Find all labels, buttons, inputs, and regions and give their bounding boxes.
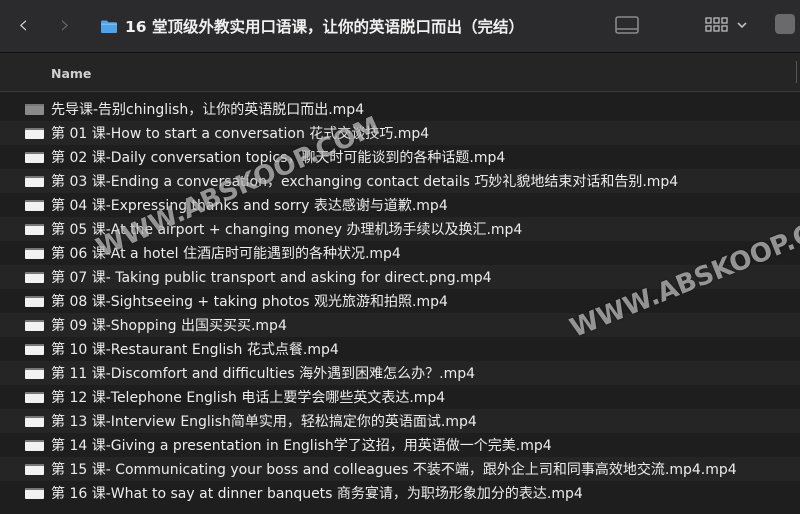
chevron-down-icon[interactable] [736, 20, 748, 30]
file-row[interactable]: 第 06 课-At a hotel 住酒店时可能遇到的各种状况.mp4 [0, 241, 800, 265]
video-file-icon [25, 199, 44, 211]
file-row[interactable]: 第 16 课-What to say at dinner banquets 商务… [0, 481, 800, 505]
video-file-icon [25, 415, 44, 427]
sidebar-icon[interactable] [614, 14, 640, 36]
file-row[interactable]: 第 10 课-Restaurant English 花式点餐.mp4 [0, 337, 800, 361]
video-file-icon [25, 295, 44, 307]
video-file-icon [25, 127, 44, 139]
file-list: 先导课-告别chinglish，让你的英语脱口而出.mp4 第 01 课-How … [0, 97, 800, 505]
file-row[interactable]: 第 11 课-Discomfort and difficulties 海外遇到困… [0, 361, 800, 385]
file-name: 第 11 课-Discomfort and difficulties 海外遇到困… [51, 366, 475, 382]
video-file-icon [25, 223, 44, 235]
file-row[interactable]: 第 09 课-Shopping 出国买买买.mp4 [0, 313, 800, 337]
chevron-right-icon[interactable]: › [60, 10, 70, 40]
folder-icon [101, 20, 117, 33]
video-file-icon [25, 487, 44, 499]
file-name: 第 02 课-Daily conversation topics，聊天时可能谈到… [51, 150, 506, 166]
column-header: Name [0, 53, 800, 92]
video-file-icon [25, 463, 44, 475]
column-divider[interactable] [796, 61, 797, 83]
video-file-icon [25, 343, 44, 355]
name-column-header[interactable]: Name [51, 66, 91, 81]
file-name: 第 14 课-Giving a presentation in English学… [51, 438, 552, 454]
file-name: 第 10 课-Restaurant English 花式点餐.mp4 [51, 342, 339, 358]
file-row[interactable]: 第 08 课-Sightseeing + taking photos 观光旅游和… [0, 289, 800, 313]
video-file-icon [25, 271, 44, 283]
chevron-left-icon[interactable]: ‹ [18, 10, 28, 40]
toolbar: ‹ › 16 堂顶级外教实用口语课，让你的英语脱口而出（完结） [0, 0, 800, 53]
file-row[interactable]: 先导课-告别chinglish，让你的英语脱口而出.mp4 [0, 97, 800, 121]
video-file-icon [25, 151, 44, 163]
file-row[interactable]: 第 12 课-Telephone English 电话上要学会哪些英文表达.mp… [0, 385, 800, 409]
file-name: 第 06 课-At a hotel 住酒店时可能遇到的各种状况.mp4 [51, 246, 401, 262]
file-name: 第 07 课- Taking public transport and aski… [51, 270, 492, 286]
file-row[interactable]: 第 15 课- Communicating your boss and coll… [0, 457, 800, 481]
file-row[interactable]: 第 03 课-Ending a conversation，exchanging … [0, 169, 800, 193]
file-row[interactable]: 第 07 课- Taking public transport and aski… [0, 265, 800, 289]
file-row[interactable]: 第 02 课-Daily conversation topics，聊天时可能谈到… [0, 145, 800, 169]
file-name: 第 15 课- Communicating your boss and coll… [51, 462, 737, 478]
file-row[interactable]: 第 14 课-Giving a presentation in English学… [0, 433, 800, 457]
file-row[interactable]: 第 05 课-At the airport + changing money 办… [0, 217, 800, 241]
share-icon[interactable] [772, 11, 798, 37]
file-name: 先导课-告别chinglish，让你的英语脱口而出.mp4 [51, 102, 365, 118]
video-file-icon [25, 391, 44, 403]
video-file-icon [25, 367, 44, 379]
file-name: 第 03 课-Ending a conversation，exchanging … [51, 174, 679, 190]
video-file-icon [25, 103, 44, 115]
video-file-icon [25, 175, 44, 187]
file-name: 第 04 课-Expressing thanks and sorry 表达感谢与… [51, 198, 448, 214]
file-row[interactable]: 第 01 课-How to start a conversation 花式交谈技… [0, 121, 800, 145]
file-name: 第 09 课-Shopping 出国买买买.mp4 [51, 318, 287, 334]
grid-view-icon[interactable] [705, 16, 729, 34]
file-row[interactable]: 第 04 课-Expressing thanks and sorry 表达感谢与… [0, 193, 800, 217]
window-title: 16 堂顶级外教实用口语课，让你的英语脱口而出（完结） [125, 18, 524, 36]
file-row[interactable]: 第 13 课-Interview English简单实用，轻松搞定你的英语面试.… [0, 409, 800, 433]
video-file-icon [25, 247, 44, 259]
window-title-area: 16 堂顶级外教实用口语课，让你的英语脱口而出（完结） [100, 14, 524, 38]
file-name: 第 12 课-Telephone English 电话上要学会哪些英文表达.mp… [51, 390, 446, 406]
file-name: 第 05 课-At the airport + changing money 办… [51, 222, 523, 238]
file-name: 第 16 课-What to say at dinner banquets 商务… [51, 486, 583, 502]
video-file-icon [25, 319, 44, 331]
file-name: 第 08 课-Sightseeing + taking photos 观光旅游和… [51, 294, 448, 310]
file-name: 第 01 课-How to start a conversation 花式交谈技… [51, 126, 430, 142]
file-name: 第 13 课-Interview English简单实用，轻松搞定你的英语面试.… [51, 414, 477, 430]
video-file-icon [25, 439, 44, 451]
